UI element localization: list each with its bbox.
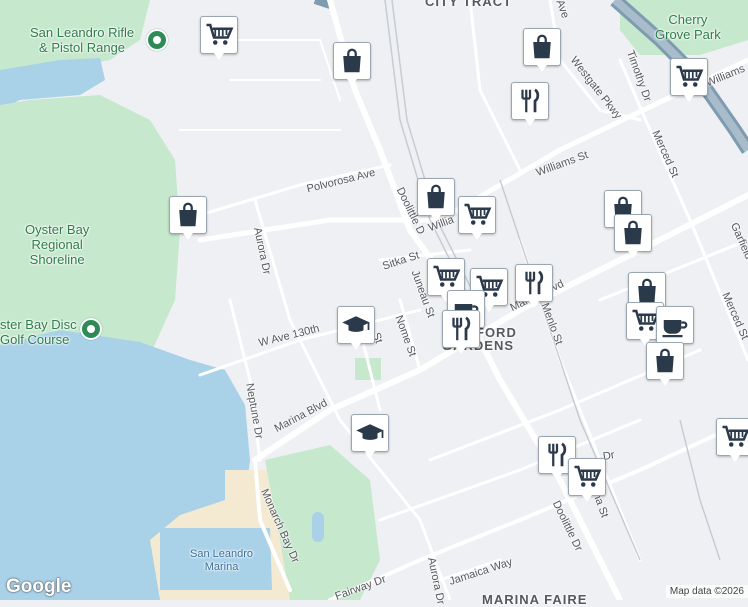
map-attribution[interactable]: Map data ©2026 (665, 585, 748, 598)
school-icon (341, 310, 371, 340)
cart-icon (572, 462, 602, 492)
poi-pin-school[interactable] (337, 306, 375, 350)
coffee-icon (660, 310, 690, 340)
cart-icon (431, 262, 461, 292)
label-san-leandro-marina: San Leandro Marina (190, 548, 253, 573)
poi-pin-bag[interactable] (169, 196, 207, 240)
bag-icon (337, 46, 367, 76)
golf-pond (312, 512, 324, 542)
cart-icon (720, 422, 748, 452)
poi-pin-cart[interactable] (716, 418, 748, 462)
cart-icon (204, 20, 234, 50)
park-marker-disc-golf[interactable] (80, 318, 102, 340)
label-rifle-range: San Leandro Rifle & Pistol Range (30, 25, 135, 55)
school-icon (355, 418, 385, 448)
poi-pin-fork-knife[interactable] (511, 82, 549, 126)
poi-pin-cart[interactable] (568, 458, 606, 502)
poi-pin-bag[interactable] (523, 28, 561, 72)
poi-pin-cart[interactable] (670, 58, 708, 102)
cart-icon (674, 62, 704, 92)
label-cherry-grove: Cherry Grove Park (655, 12, 721, 42)
fork-knife-icon (519, 268, 549, 298)
poi-pin-bag[interactable] (614, 214, 652, 258)
poi-pin-fork-knife[interactable] (515, 264, 553, 308)
fork-knife-icon (515, 86, 545, 116)
poi-pin-bag[interactable] (417, 178, 455, 222)
label-city-tract: CITY TRACT (425, 0, 513, 9)
label-disc-golf: ster Bay Disc Golf Course (0, 317, 77, 347)
poi-pin-fork-knife[interactable] (442, 310, 480, 354)
label-oyster-bay: Oyster Bay Regional Shoreline (25, 222, 90, 267)
poi-pin-cart[interactable] (458, 196, 496, 240)
fork-knife-icon (446, 314, 476, 344)
poi-pin-school[interactable] (351, 414, 389, 458)
bag-icon (173, 200, 203, 230)
bag-icon (421, 182, 451, 212)
cart-icon (462, 200, 492, 230)
poi-pin-coffee[interactable] (656, 306, 694, 350)
park-marker-rifle-range[interactable] (146, 29, 168, 51)
bag-icon (618, 218, 648, 248)
bag-icon (650, 346, 680, 376)
poi-pin-cart[interactable] (200, 16, 238, 60)
poi-pin-bag[interactable] (333, 42, 371, 86)
poi-pin-bag[interactable] (646, 342, 684, 386)
google-logo: Google (6, 576, 72, 597)
bag-icon (527, 32, 557, 62)
